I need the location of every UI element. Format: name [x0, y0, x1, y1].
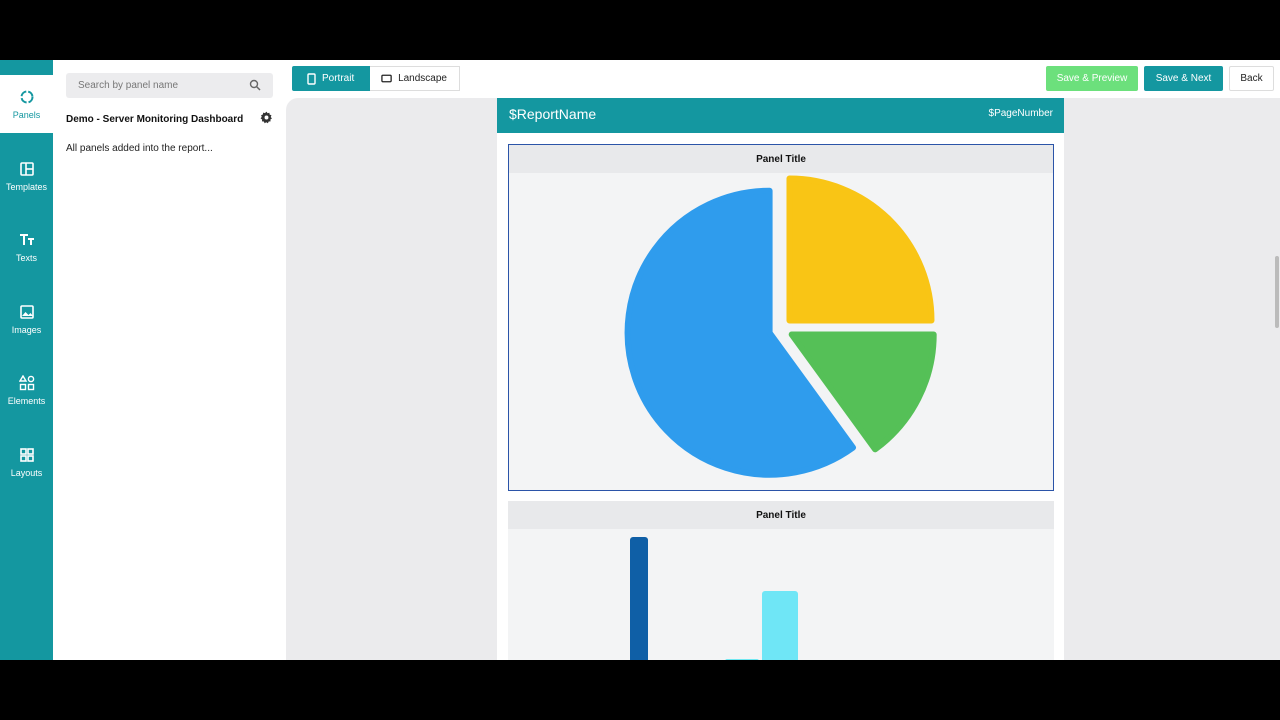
panels-status-text: All panels added into the report...	[66, 143, 213, 154]
rail-item-panels[interactable]: Panels	[0, 75, 53, 133]
report-name[interactable]: $ReportName	[509, 106, 596, 122]
landscape-button[interactable]: Landscape	[370, 66, 460, 91]
portrait-icon	[307, 72, 316, 85]
rail-item-layouts[interactable]: Layouts	[0, 433, 53, 491]
bar-chart-panel[interactable]: Panel Title	[508, 501, 1054, 660]
templates-icon	[19, 161, 34, 176]
search-input[interactable]	[66, 73, 246, 98]
app-window: Panels Templates Texts Images Elements L…	[0, 60, 1280, 660]
scrollbar[interactable]	[1275, 256, 1279, 328]
back-button[interactable]: Back	[1229, 66, 1274, 91]
panels-icon	[20, 90, 33, 103]
save-next-button[interactable]: Save & Next	[1144, 66, 1223, 91]
rail-item-label: Elements	[7, 395, 46, 406]
bar[interactable]	[630, 537, 648, 660]
dashboard-name[interactable]: Demo - Server Monitoring Dashboard	[66, 114, 243, 125]
page-header: $ReportName $PageNumber	[497, 98, 1064, 133]
orientation-toggle: Portrait Landscape	[292, 66, 460, 91]
portrait-button[interactable]: Portrait	[292, 66, 370, 91]
rail-item-label: Panels	[12, 109, 41, 120]
gear-icon[interactable]	[260, 111, 273, 124]
landscape-icon	[381, 74, 392, 83]
save-preview-button[interactable]: Save & Preview	[1046, 66, 1138, 91]
rail-item-templates[interactable]: Templates	[0, 147, 53, 205]
elements-icon	[18, 374, 34, 390]
report-canvas: $ReportName $PageNumber Panel Title Pane…	[286, 98, 1280, 660]
bar[interactable]	[762, 591, 798, 660]
landscape-label: Landscape	[398, 73, 447, 84]
image-icon	[19, 304, 34, 319]
layouts-icon	[19, 447, 34, 462]
report-page: $ReportName $PageNumber Panel Title Pane…	[497, 98, 1064, 660]
bar[interactable]	[724, 659, 760, 660]
rail-item-label: Images	[11, 324, 42, 335]
search-icon[interactable]	[249, 79, 261, 91]
rail-item-elements[interactable]: Elements	[0, 361, 53, 419]
search-box	[66, 73, 273, 98]
panel-list-sidebar: Demo - Server Monitoring Dashboard All p…	[53, 60, 286, 660]
pie-chart	[624, 175, 937, 478]
rail-item-label: Layouts	[10, 467, 43, 478]
portrait-label: Portrait	[322, 73, 355, 84]
pie-slice[interactable]	[786, 175, 935, 324]
panel-title: Panel Title	[508, 501, 1054, 529]
text-icon	[19, 233, 34, 245]
rail-item-texts[interactable]: Texts	[0, 218, 53, 276]
bar-chart	[630, 537, 798, 660]
page-number[interactable]: $PageNumber	[989, 108, 1053, 119]
left-rail: Panels Templates Texts Images Elements L…	[0, 60, 53, 660]
rail-item-images[interactable]: Images	[0, 290, 53, 348]
pie-chart-panel[interactable]: Panel Title	[508, 144, 1054, 491]
rail-item-label: Texts	[15, 252, 37, 263]
panel-title: Panel Title	[509, 145, 1053, 173]
rail-item-label: Templates	[5, 181, 48, 192]
